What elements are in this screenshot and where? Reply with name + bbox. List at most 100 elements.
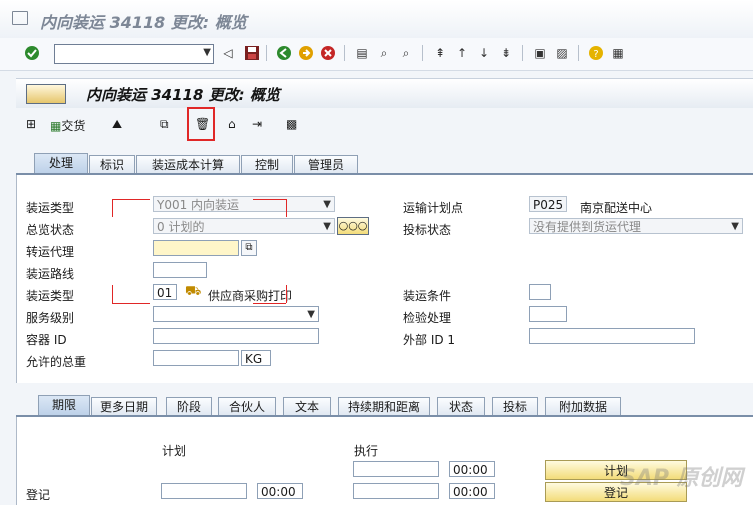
find-next-icon[interactable]: ⌕ [398, 45, 414, 61]
checkin-plan-time-value: 00:00 [261, 485, 296, 499]
overall-status-label: 总览状态 [26, 223, 75, 237]
tab-status[interactable]: 状态 [437, 397, 485, 416]
tab-tender[interactable]: 投标 [492, 397, 538, 416]
enter-check-icon[interactable] [24, 45, 40, 61]
annotation-line [112, 199, 113, 217]
tab-stages[interactable]: 阶段 [166, 397, 212, 416]
container-id-input[interactable] [153, 328, 319, 344]
transport-plan-point-label: 运输计划点 [403, 201, 464, 215]
grid-icon[interactable]: ▩ [286, 117, 297, 131]
shipment-type2-text: 供应商采购打印 [208, 289, 293, 303]
copy-icon[interactable]: ⧉ [160, 117, 169, 132]
truck-icon: ⛟ [185, 284, 202, 299]
tab-administrator[interactable]: 管理员 [294, 155, 358, 174]
allowed-weight-input[interactable] [153, 350, 239, 366]
tender-status-field[interactable]: 没有提供到货运代理 ▼ [529, 218, 743, 234]
tab-deadlines[interactable]: 期限 [38, 395, 90, 416]
chevron-down-icon[interactable]: ▼ [307, 307, 315, 321]
tab-duration-distance[interactable]: 持续期和距离 [338, 397, 430, 416]
weight-unit-value: KG [245, 352, 263, 366]
customize-layout-icon[interactable]: ▦ [610, 45, 626, 61]
transport-plan-point-text: 南京配送中心 [580, 201, 653, 215]
toolbar-separator [344, 45, 345, 61]
inspection-label: 检验处理 [403, 311, 452, 325]
transport-plan-point-field[interactable]: P025 [529, 196, 567, 212]
weight-unit-field[interactable]: KG [241, 350, 271, 366]
chevron-down-icon[interactable]: ▼ [323, 219, 331, 233]
overall-status-value: 0 计划的 [157, 220, 205, 234]
tab-texts[interactable]: 文本 [283, 397, 331, 416]
overall-status-field[interactable]: 0 计划的 ▼ [153, 218, 335, 234]
cancel-icon[interactable] [320, 45, 336, 61]
svg-text:?: ? [593, 49, 598, 60]
export-icon[interactable]: ⇥ [252, 117, 262, 131]
find-icon[interactable]: ⌕ [376, 45, 392, 61]
exec-date-input[interactable] [353, 461, 439, 477]
new-session-icon[interactable]: ▣ [532, 45, 548, 61]
exec-time-value: 00:00 [453, 463, 488, 477]
route-input[interactable] [153, 262, 207, 278]
hierarchy-icon[interactable]: ⊞ [26, 117, 36, 131]
forwarding-agent-label: 转运代理 [26, 245, 75, 259]
checkin-exec-time-value: 00:00 [453, 485, 488, 499]
save-icon[interactable] [244, 45, 260, 61]
inspection-input[interactable] [529, 306, 567, 322]
next-page-icon[interactable]: ↓ [476, 45, 492, 61]
command-field[interactable]: ▼ [54, 44, 214, 64]
service-level-field[interactable]: ▼ [153, 306, 319, 322]
status-detail-button[interactable]: ○○○ [337, 217, 369, 235]
annotation-line [286, 199, 287, 217]
tab-more-dates[interactable]: 更多日期 [91, 397, 157, 416]
search-help-icon[interactable]: ⧉ [241, 240, 257, 256]
transport-plan-point-code: P025 [533, 198, 564, 212]
tab-shipment-costing[interactable]: 装运成本计算 [136, 155, 240, 174]
window-icon [12, 11, 28, 25]
container-id-label: 容器 ID [26, 333, 67, 347]
window-title-bar: 内向装运 34118 更改: 概览 [0, 0, 753, 39]
print-icon[interactable]: ▤ [354, 45, 370, 61]
shipment-cond-label: 装运条件 [403, 289, 452, 303]
shipment-type-field[interactable]: Y001 内向装运 ▼ [153, 196, 335, 212]
trade-button[interactable]: ▦交货 [50, 117, 85, 134]
chevron-down-icon[interactable]: ▼ [203, 47, 211, 58]
tab-processing[interactable]: 处理 [34, 153, 88, 174]
tab-additional-data[interactable]: 附加数据 [545, 397, 621, 416]
chevron-down-icon[interactable]: ▼ [731, 219, 739, 233]
chevron-down-icon[interactable]: ▼ [323, 197, 331, 211]
last-page-icon[interactable]: ⇟ [498, 45, 514, 61]
plan-column-label: 计划 [162, 444, 187, 458]
first-page-icon[interactable]: ⇞ [432, 45, 448, 61]
checkin-plan-time-input[interactable]: 00:00 [257, 483, 303, 499]
shipment-type-label: 装运类型 [26, 201, 75, 215]
tab-partners[interactable]: 合伙人 [218, 397, 276, 416]
toolbar-separator [578, 45, 579, 61]
checkin-exec-date-input[interactable] [353, 483, 439, 499]
shortcut-icon[interactable]: ▨ [554, 45, 570, 61]
checkin-plan-date-input[interactable] [161, 483, 247, 499]
help-icon[interactable]: ? [588, 45, 604, 61]
exit-icon[interactable] [298, 45, 314, 61]
external-id-input[interactable] [529, 328, 695, 344]
back-icon[interactable] [276, 45, 292, 61]
app-header: 内向装运 34118 更改: 概览 [16, 78, 753, 110]
forwarding-agent-input[interactable] [153, 240, 239, 256]
highlight-annotation [187, 107, 215, 141]
tab-control[interactable]: 控制 [241, 155, 293, 174]
toolbar-separator [522, 45, 523, 61]
annotation-line [253, 303, 286, 304]
collapse-arrow-icon[interactable]: ◁ [220, 45, 236, 61]
shipment-type2-label: 装运类型 [26, 289, 75, 303]
trade-icon: ▦ [50, 119, 62, 133]
checkin-label: 登记 [26, 488, 51, 502]
home-icon[interactable]: ⌂ [228, 117, 236, 131]
previous-page-icon[interactable]: ↑ [454, 45, 470, 61]
route-label: 装运路线 [26, 267, 75, 281]
shipment-type2-input[interactable]: 01 [153, 284, 177, 300]
toolbar-separator [266, 45, 267, 61]
checkin-exec-time-input[interactable]: 00:00 [449, 483, 495, 499]
shipment-cond-input[interactable] [529, 284, 551, 300]
menu-button[interactable] [26, 84, 66, 104]
tab-identification[interactable]: 标识 [89, 155, 135, 174]
landscape-icon[interactable]: ⛰ [112, 117, 122, 132]
exec-time-input[interactable]: 00:00 [449, 461, 495, 477]
